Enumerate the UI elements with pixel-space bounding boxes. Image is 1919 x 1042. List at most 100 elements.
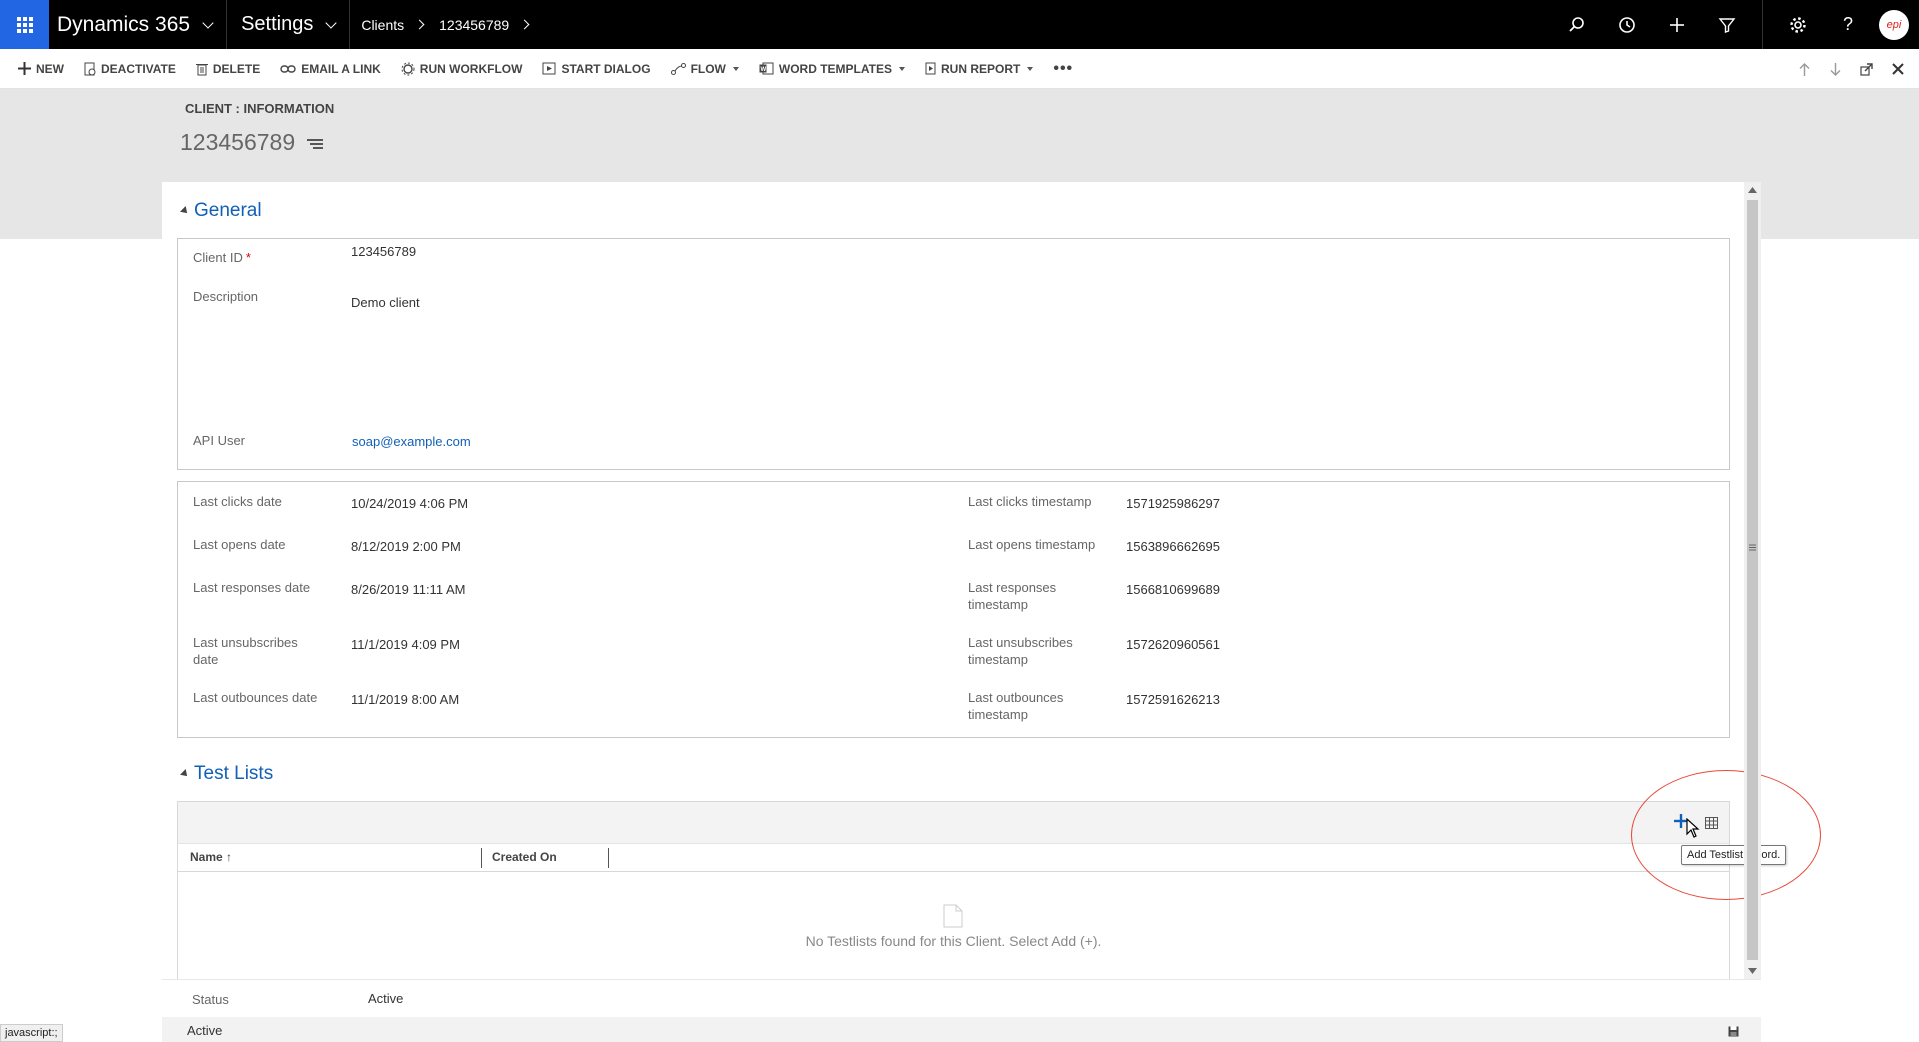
column-divider[interactable] [481,848,482,868]
last-responses-date-label: Last responses date [193,580,311,595]
last-unsubscribes-timestamp-label: Last unsubscribes timestamp [968,635,1073,667]
form-scrollbar[interactable] [1744,182,1761,979]
search-button[interactable] [1552,0,1602,49]
word-icon: W [759,62,774,75]
plus-icon [18,62,31,75]
settings-button[interactable] [1773,0,1823,49]
last-clicks-timestamp-label: Last clicks timestamp [968,494,1092,509]
history-icon [1619,16,1635,33]
breadcrumb-clients[interactable]: Clients [361,0,439,49]
last-clicks-timestamp-field[interactable]: 1571925986297 [1126,496,1220,511]
help-button[interactable]: ? [1823,0,1873,49]
start-dialog-button[interactable]: START DIALOG [542,61,651,76]
column-divider[interactable] [608,848,609,868]
api-user-link[interactable]: soap@example.com [352,434,471,449]
previous-record-button[interactable] [1789,62,1820,76]
run-report-menu-button[interactable]: RUN REPORT [925,61,1034,76]
command-label: FLOW [690,61,726,76]
last-outbounces-date-field[interactable]: 11/1/2019 8:00 AM [351,692,459,707]
chevron-down-icon [202,16,214,29]
command-label: RUN REPORT [941,61,1021,76]
last-outbounces-timestamp-field[interactable]: 1572591626213 [1126,692,1220,707]
command-label: EMAIL A LINK [301,61,381,76]
last-clicks-date-field[interactable]: 10/24/2019 4:06 PM [351,496,468,511]
svg-text:W: W [760,67,766,73]
recent-button[interactable] [1602,0,1652,49]
command-label: START DIALOG [561,61,651,76]
subgrid-toolbar [177,801,1730,843]
status-label: Status [192,992,229,1007]
command-label: WORD TEMPLATES [778,61,892,76]
delete-button[interactable]: DELETE [195,62,260,76]
email-a-link-button[interactable]: EMAIL A LINK [280,62,381,76]
more-commands-button[interactable]: ••• [1053,60,1073,78]
last-clicks-date-label: Last clicks date [193,494,282,509]
scroll-up-arrow-icon[interactable] [1748,187,1757,193]
api-user-label: API User [193,433,246,448]
trash-icon [195,63,208,75]
field-label: Client ID [193,250,243,265]
waffle-icon [16,16,33,33]
last-unsubscribes-timestamp-field[interactable]: 1572620960561 [1126,637,1220,652]
caret-down-icon [732,66,739,71]
column-header-created-on[interactable]: Created On [492,850,557,864]
deactivate-button[interactable]: DEACTIVATE [84,62,176,76]
browser-status-text: javascript:; [0,1024,63,1042]
last-opens-date-field[interactable]: 8/12/2019 2:00 PM [351,539,461,554]
description-field[interactable]: Demo client [351,295,1711,425]
user-avatar[interactable]: epi [1879,9,1909,40]
last-responses-date-field[interactable]: 8/26/2019 11:11 AM [351,582,465,597]
grip-icon [1749,544,1756,551]
area-menu[interactable]: Settings [227,0,349,49]
client-id-field[interactable]: 123456789 [351,244,416,259]
plus-icon [1670,17,1684,32]
section-testlists-header[interactable]: Test Lists [180,763,274,785]
section-general-header[interactable]: General [180,200,262,222]
last-outbounces-date-label: Last outbounces date [193,690,318,705]
ellipsis-icon: ••• [1053,59,1074,77]
arrow-down-icon [1830,62,1841,76]
list-menu-icon [307,139,324,149]
record-state: Active [187,1023,223,1038]
save-disk-icon [1728,1026,1739,1037]
command-label: DEACTIVATE [101,61,176,76]
avatar-logo-text: epi [1886,18,1902,31]
app-title-menu[interactable]: Dynamics 365 [49,0,226,49]
new-button[interactable]: NEW [18,62,64,76]
entity-form-label: CLIENT : INFORMATION [185,101,335,116]
last-unsubscribes-date-field[interactable]: 11/1/2019 4:09 PM [351,637,460,652]
section-title: Test Lists [194,763,274,784]
flow-menu-button[interactable]: FLOW [670,61,739,76]
nav-divider [1762,0,1763,49]
search-icon [1569,16,1584,32]
last-responses-timestamp-field[interactable]: 1566810699689 [1126,582,1220,597]
flow-icon [670,62,686,75]
workflow-icon [401,62,415,75]
next-record-button[interactable] [1820,62,1851,76]
breadcrumb-record[interactable]: 123456789 [439,0,544,49]
chevron-right-icon [519,19,530,30]
last-opens-date-label: Last opens date [193,537,286,552]
last-unsubscribes-date-label: Last unsubscribes date [193,635,298,667]
pop-out-button[interactable] [1851,62,1882,76]
create-button[interactable] [1652,0,1702,49]
advanced-find-button[interactable] [1702,0,1752,49]
close-record-button[interactable] [1882,63,1913,75]
run-workflow-button[interactable]: RUN WORKFLOW [401,61,523,76]
nav-divider [349,0,351,49]
column-header-name[interactable]: Name ↑ [190,850,232,864]
status-field[interactable]: Active [368,991,403,1006]
form-selector-button[interactable] [307,129,324,156]
app-launcher-button[interactable] [0,0,49,49]
scroll-down-arrow-icon[interactable] [1748,968,1757,974]
breadcrumb-label: Clients [361,16,405,33]
dialog-icon [542,62,556,75]
command-label: RUN WORKFLOW [419,61,523,76]
save-button[interactable] [1728,1024,1739,1042]
word-templates-menu-button[interactable]: W WORD TEMPLATES [759,62,905,76]
report-icon [925,62,936,75]
last-opens-timestamp-field[interactable]: 1563896662695 [1126,539,1220,554]
area-title: Settings [241,13,314,35]
subgrid-body: No Testlists found for this Client. Sele… [177,872,1730,979]
scrollbar-thumb[interactable] [1747,200,1758,960]
